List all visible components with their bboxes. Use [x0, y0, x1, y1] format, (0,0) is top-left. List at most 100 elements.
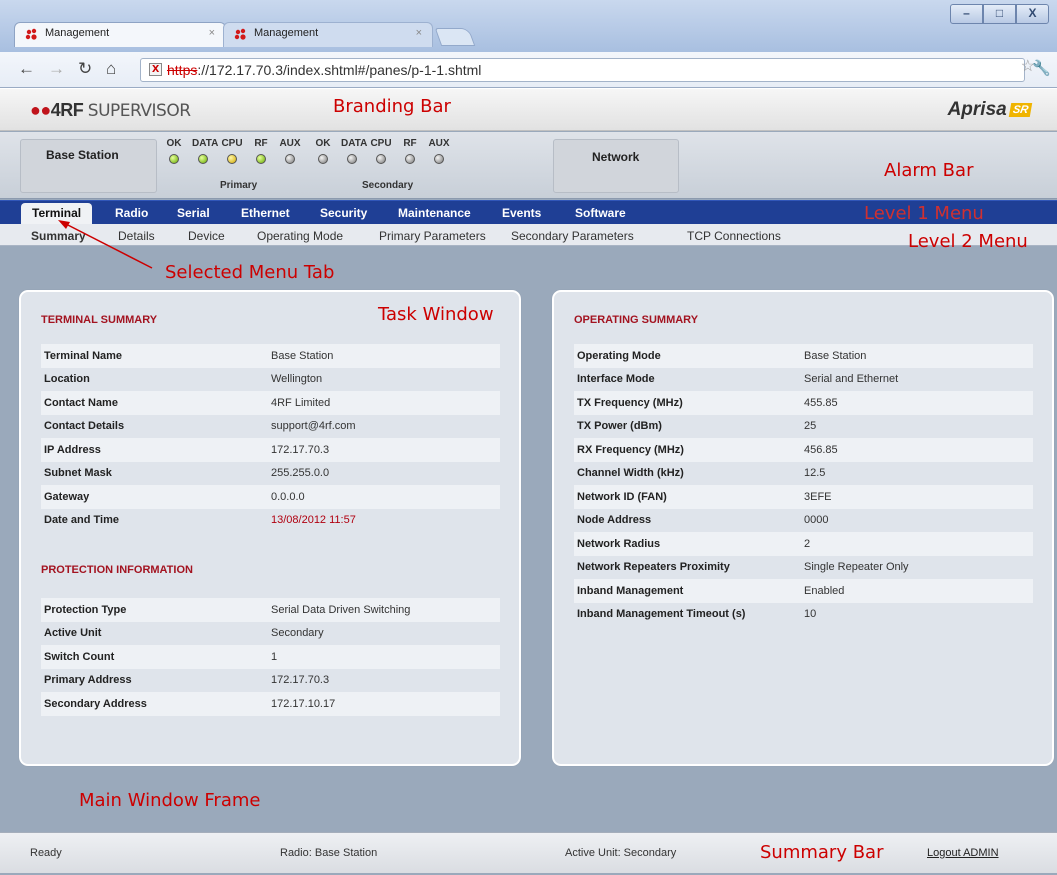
table-row: Terminal Name Base Station: [41, 344, 500, 368]
tab-security[interactable]: Security: [320, 206, 367, 220]
subtab-primary-parameters[interactable]: Primary Parameters: [379, 229, 486, 243]
annotation-main-frame: Main Window Frame: [79, 790, 261, 811]
browser-tab-active[interactable]: Management ×: [14, 22, 226, 47]
led-ok-icon[interactable]: [318, 154, 328, 164]
table-row: Inband Management Timeout (s) 10: [574, 603, 1033, 627]
row-value: Single Repeater Only: [804, 561, 909, 574]
tab-terminal[interactable]: Terminal: [21, 203, 93, 226]
row-key: Primary Address: [44, 674, 132, 687]
table-row: Gateway 0.0.0.0: [41, 485, 500, 509]
led-aux-icon[interactable]: [285, 154, 295, 164]
status-radio: Radio: Base Station: [280, 847, 378, 859]
led-cpu-icon[interactable]: [227, 154, 237, 164]
aprisa-logo: Aprisa SR: [948, 99, 1033, 121]
table-row: Active Unit Secondary: [41, 622, 500, 646]
row-value: Secondary: [271, 627, 324, 640]
table-row: Secondary Address 172.17.10.17: [41, 692, 500, 716]
row-key: Inband Management Timeout (s): [577, 608, 746, 621]
wrench-icon[interactable]: 🔧: [1032, 59, 1051, 77]
subtab-summary[interactable]: Summary: [31, 229, 86, 243]
subtab-operating-mode[interactable]: Operating Mode: [257, 229, 343, 243]
tab-close-icon[interactable]: ×: [416, 27, 422, 39]
led-data-icon[interactable]: [347, 154, 357, 164]
tab-radio[interactable]: Radio: [115, 206, 148, 220]
logo-mark: 4RF: [50, 100, 84, 120]
table-row: Primary Address 172.17.70.3: [41, 669, 500, 693]
row-value: 172.17.10.17: [271, 697, 336, 710]
home-icon[interactable]: ⌂: [106, 60, 116, 78]
led-ok-icon[interactable]: [169, 154, 179, 164]
close-window-button[interactable]: X: [1016, 4, 1049, 24]
network-box[interactable]: Network: [553, 139, 679, 193]
led-rf-icon[interactable]: [256, 154, 266, 164]
row-value: Enabled: [804, 584, 845, 597]
led-label-rf: RF: [403, 138, 417, 149]
task-window-operating: OPERATING SUMMARY Operating Mode Base Sta…: [552, 290, 1054, 766]
table-row: Date and Time 13/08/2012 11:57: [41, 509, 500, 533]
logout-link[interactable]: Logout ADMIN: [927, 847, 999, 859]
row-key: Protection Type: [44, 603, 127, 616]
row-value: 12.5: [804, 467, 826, 480]
row-key: Channel Width (kHz): [577, 467, 684, 480]
new-tab-button[interactable]: [434, 28, 476, 46]
led-label-cpu: CPU: [370, 138, 392, 149]
back-icon[interactable]: ←: [18, 60, 35, 78]
row-key: Location: [44, 373, 90, 386]
led-cpu-icon[interactable]: [376, 154, 386, 164]
terminal-summary-title: TERMINAL SUMMARY: [41, 314, 158, 326]
4rf-logo: ●●4RF SUPERVISOR: [30, 100, 191, 121]
tab-maintenance[interactable]: Maintenance: [398, 206, 471, 220]
subtab-device[interactable]: Device: [188, 229, 225, 243]
subtab-secondary-parameters[interactable]: Secondary Parameters: [511, 229, 634, 243]
minimize-button[interactable]: –: [950, 4, 983, 24]
maximize-button[interactable]: □: [983, 4, 1016, 24]
window-controls: – □ X: [950, 4, 1049, 24]
tab-close-icon[interactable]: ×: [209, 27, 215, 39]
tab-events[interactable]: Events: [502, 206, 541, 220]
led-data-icon[interactable]: [198, 154, 208, 164]
row-value: 0000: [804, 514, 829, 527]
led-rf-icon[interactable]: [405, 154, 415, 164]
row-key: Interface Mode: [577, 373, 655, 386]
tab-serial[interactable]: Serial: [177, 206, 210, 220]
table-row: Network Radius 2: [574, 532, 1033, 556]
summary-bar: Ready Radio: Base Station Active Unit: S…: [0, 832, 1057, 873]
row-key: Secondary Address: [44, 697, 147, 710]
subtab-details[interactable]: Details: [118, 229, 155, 243]
secondary-label: Secondary: [362, 180, 414, 191]
protection-info-title: PROTECTION INFORMATION: [41, 564, 193, 576]
row-key: RX Frequency (MHz): [577, 443, 684, 456]
row-key: Active Unit: [44, 627, 102, 640]
reload-icon[interactable]: ↻: [78, 60, 92, 78]
subtab-tcp-connections[interactable]: TCP Connections: [687, 229, 781, 243]
primary-led-group: OK DATA CPU RF AUX: [163, 138, 301, 164]
table-row: Subnet Mask 255.255.0.0: [41, 462, 500, 486]
row-value: Serial and Ethernet: [804, 373, 899, 386]
row-value: 455.85: [804, 396, 838, 409]
logo-text: SUPERVISOR: [87, 101, 191, 121]
led-label-aux: AUX: [279, 138, 301, 149]
row-value: 3EFE: [804, 490, 832, 503]
terminal-summary-table: Terminal Name Base Station Location Wellin…: [41, 344, 500, 532]
annotation-summary-bar: Summary Bar: [760, 842, 884, 863]
annotation-alarm-bar: Alarm Bar: [884, 160, 974, 181]
task-window-terminal: TERMINAL SUMMARY Terminal Name Base Stati…: [19, 290, 521, 766]
station-box[interactable]: Base Station: [20, 139, 157, 193]
browser-tab-inactive[interactable]: Management ×: [223, 22, 433, 47]
forward-icon[interactable]: →: [48, 60, 65, 78]
tab-software[interactable]: Software: [575, 206, 626, 220]
operating-summary-title: OPERATING SUMMARY: [574, 314, 699, 326]
row-key: Terminal Name: [44, 349, 123, 362]
primary-label: Primary: [220, 180, 258, 191]
secondary-led-group: OK DATA CPU RF AUX: [312, 138, 450, 164]
table-row: Contact Details support@4rf.com: [41, 415, 500, 439]
url-input[interactable]: https://172.17.70.3/index.shtml#/panes/p…: [140, 58, 1025, 82]
table-row: Location Wellington: [41, 368, 500, 392]
row-value: 172.17.70.3: [271, 443, 330, 456]
table-row: Node Address 0000: [574, 509, 1033, 533]
table-row: Switch Count 1: [41, 645, 500, 669]
row-value: Wellington: [271, 373, 323, 386]
row-value: 0.0.0.0: [271, 490, 305, 503]
led-aux-icon[interactable]: [434, 154, 444, 164]
tab-ethernet[interactable]: Ethernet: [241, 206, 290, 220]
